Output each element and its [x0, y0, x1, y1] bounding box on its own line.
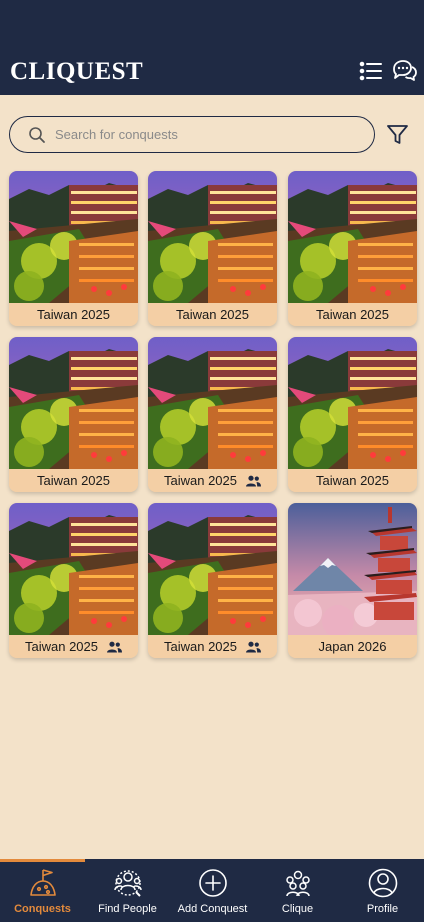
tab-clique[interactable]: Clique: [255, 859, 340, 922]
tab-label: Profile: [366, 903, 399, 915]
conquest-caption: Taiwan 2025: [148, 303, 277, 326]
conquest-photo: [288, 503, 417, 635]
conquest-caption: Japan 2026: [288, 635, 417, 658]
chat-bubbles-icon[interactable]: [391, 58, 417, 84]
shared-people-icon: [107, 641, 122, 653]
tab-label: Conquests: [14, 903, 71, 915]
flag-hill-icon: [28, 868, 58, 898]
tab-profile[interactable]: Profile: [340, 859, 424, 922]
conquest-title: Taiwan 2025: [164, 639, 237, 654]
list-icon[interactable]: [358, 58, 384, 84]
tab-conquests[interactable]: Conquests: [0, 859, 85, 922]
conquest-card[interactable]: Taiwan 2025: [148, 503, 277, 658]
conquest-caption: Taiwan 2025: [148, 469, 277, 492]
conquest-card[interactable]: Taiwan 2025: [288, 171, 417, 326]
conquest-caption: Taiwan 2025: [288, 303, 417, 326]
conquest-photo: [9, 337, 138, 469]
conquest-photo: [9, 171, 138, 303]
conquest-title: Taiwan 2025: [25, 639, 98, 654]
profile-icon: [368, 868, 398, 898]
filter-icon[interactable]: [386, 123, 409, 146]
conquest-title: Taiwan 2025: [316, 307, 389, 322]
conquest-card[interactable]: Taiwan 2025: [288, 337, 417, 492]
conquest-card[interactable]: Taiwan 2025: [9, 171, 138, 326]
conquest-caption: Taiwan 2025: [148, 635, 277, 658]
search-bar[interactable]: [9, 116, 375, 153]
conquest-caption: Taiwan 2025: [288, 469, 417, 492]
tab-find-people[interactable]: Find People: [85, 859, 170, 922]
conquest-photo: [288, 171, 417, 303]
search-input[interactable]: [55, 127, 345, 142]
conquest-card[interactable]: Taiwan 2025: [148, 171, 277, 326]
plus-circle-icon: [198, 868, 228, 898]
conquest-photo: [148, 171, 277, 303]
group-icon: [283, 868, 313, 898]
conquest-caption: Taiwan 2025: [9, 469, 138, 492]
tab-label: Add Conquest: [177, 903, 248, 915]
conquest-caption: Taiwan 2025: [9, 635, 138, 658]
conquest-card[interactable]: Taiwan 2025: [9, 337, 138, 492]
conquest-photo: [9, 503, 138, 635]
tab-label: Clique: [281, 903, 314, 915]
find-people-icon: [113, 868, 143, 898]
app-header: CLIQUEST: [0, 0, 424, 95]
conquest-title: Taiwan 2025: [164, 473, 237, 488]
conquest-card[interactable]: Japan 2026: [288, 503, 417, 658]
conquest-title: Taiwan 2025: [37, 307, 110, 322]
tab-add-conquest[interactable]: Add Conquest: [170, 859, 255, 922]
tab-label: Find People: [98, 903, 157, 915]
shared-people-icon: [246, 641, 261, 653]
conquest-photo: [288, 337, 417, 469]
conquest-title: Taiwan 2025: [176, 307, 249, 322]
conquest-caption: Taiwan 2025: [9, 303, 138, 326]
conquest-card[interactable]: Taiwan 2025: [9, 503, 138, 658]
conquest-title: Taiwan 2025: [37, 473, 110, 488]
conquest-photo: [148, 503, 277, 635]
conquest-photo: [148, 337, 277, 469]
conquest-title: Taiwan 2025: [316, 473, 389, 488]
search-icon: [28, 126, 46, 144]
bottom-tab-bar: Conquests Find People Add Conquest Cliqu…: [0, 859, 424, 922]
conquest-card[interactable]: Taiwan 2025: [148, 337, 277, 492]
app-logo: CLIQUEST: [10, 58, 144, 85]
conquest-title: Japan 2026: [318, 639, 387, 654]
shared-people-icon: [246, 475, 261, 487]
